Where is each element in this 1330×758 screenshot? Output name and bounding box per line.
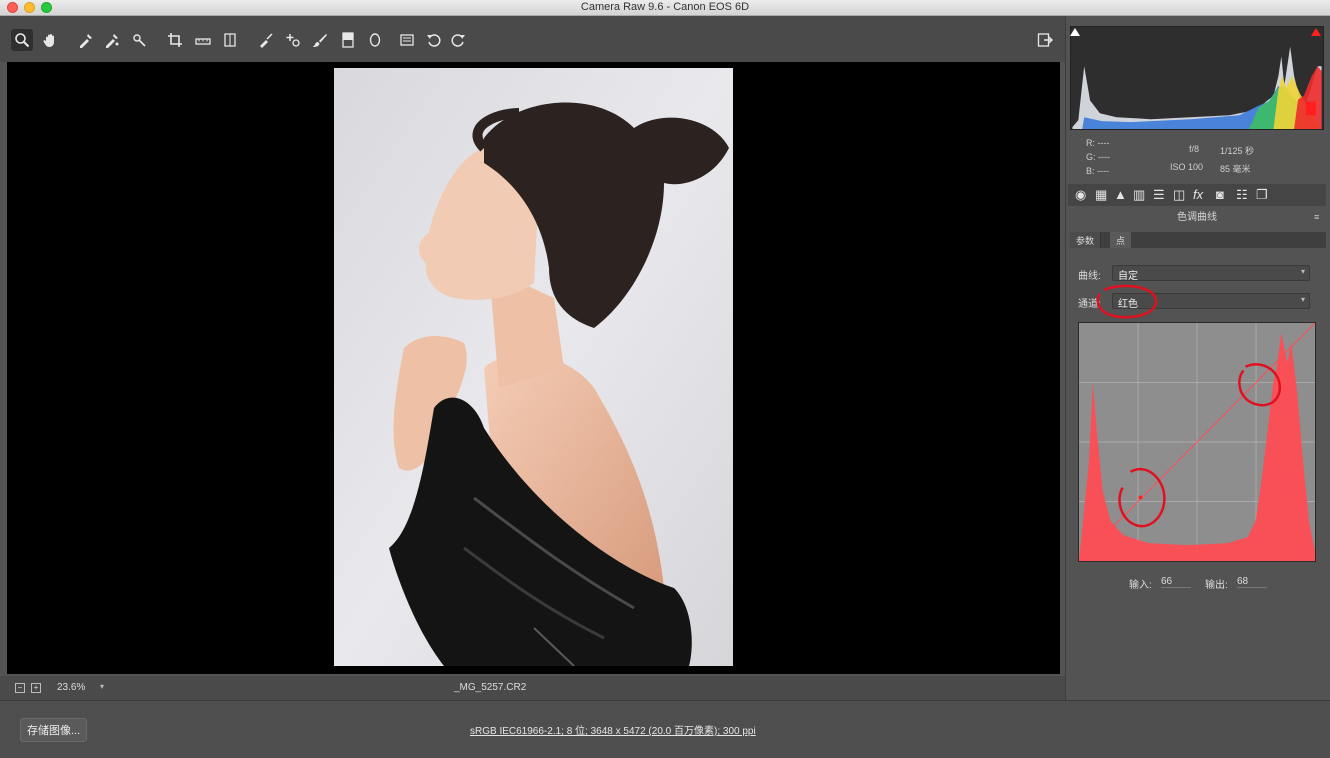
photo-preview <box>334 68 733 666</box>
rgb-readout: R: ---- G: ---- B: ---- <box>1086 136 1110 178</box>
targeted-adjust-icon[interactable] <box>128 29 150 51</box>
output-value[interactable]: 68 <box>1237 576 1267 588</box>
output-label: 输出: <box>1205 580 1228 591</box>
zoom-icon[interactable] <box>11 29 33 51</box>
color-sampler-icon[interactable] <box>101 29 123 51</box>
curve-subtabs: 参数 点 <box>1070 232 1326 248</box>
histogram <box>1070 26 1324 130</box>
chevron-down-icon: ▾ <box>1300 295 1305 304</box>
transform-icon[interactable] <box>219 29 241 51</box>
presets-panel-icon[interactable]: ☷ <box>1236 187 1248 203</box>
camera-calibration-icon[interactable]: ◙ <box>1216 187 1224 202</box>
red-eye-icon[interactable] <box>282 29 304 51</box>
panel-menu-icon[interactable]: ≡ <box>1314 212 1319 222</box>
b-value: ---- <box>1097 166 1110 176</box>
detail-panel-icon[interactable]: ▲ <box>1114 187 1127 202</box>
g-value: ---- <box>1098 152 1111 162</box>
shutter-speed: 1/125 秒 <box>1220 146 1255 156</box>
effects-panel-icon[interactable]: fx <box>1193 187 1203 202</box>
right-panel: R: ---- G: ---- B: ---- f/8 1/125 秒 ISO … <box>1065 16 1330 700</box>
rotate-right-icon[interactable] <box>447 29 469 51</box>
input-value[interactable]: 66 <box>1161 576 1191 588</box>
radial-filter-icon[interactable] <box>364 29 386 51</box>
tab-parametric[interactable]: 参数 <box>1070 232 1102 248</box>
panel-title: 色调曲线 <box>1177 212 1217 223</box>
r-label: R: <box>1086 138 1095 148</box>
lens-panel-icon[interactable]: ◫ <box>1173 187 1185 203</box>
basic-panel-icon[interactable]: ◉ <box>1075 187 1086 203</box>
highlight-clip-icon[interactable] <box>1311 28 1321 36</box>
zoom-out-button[interactable]: − <box>15 683 25 693</box>
aperture: f/8 <box>1189 144 1200 154</box>
save-image-button[interactable]: 存储图像... <box>20 718 88 742</box>
filename: _MG_5257.CR2 <box>454 682 527 693</box>
tone-curve-graph[interactable] <box>1078 322 1316 562</box>
hsl-panel-icon[interactable]: ▥ <box>1133 187 1145 203</box>
g-label: G: <box>1086 152 1096 162</box>
annotation-circle <box>1096 284 1158 319</box>
panel-tabs: ◉ ▦ ▲ ▥ ☰ ◫ fx ◙ ☷ ❐ <box>1068 184 1326 206</box>
focal-length: 85 毫米 <box>1220 164 1251 174</box>
straighten-icon[interactable] <box>192 29 214 51</box>
chevron-down-icon[interactable]: ▾ <box>100 682 104 691</box>
graduated-filter-icon[interactable] <box>337 29 359 51</box>
r-value: ---- <box>1097 138 1110 148</box>
image-canvas[interactable] <box>7 62 1060 674</box>
toolbar <box>0 16 1065 62</box>
shadow-clip-icon[interactable] <box>1070 28 1080 36</box>
chevron-down-icon: ▾ <box>1300 267 1305 276</box>
bottom-bar: 存储图像... sRGB IEC61966-2.1; 8 位; 3648 x 5… <box>0 700 1330 758</box>
white-balance-icon[interactable] <box>75 29 97 51</box>
curve-select-value: 自定 <box>1118 271 1138 282</box>
curve-select[interactable]: 自定 ▾ <box>1112 265 1310 282</box>
crop-icon[interactable] <box>164 29 186 51</box>
status-bar: − + 23.6% ▾ _MG_5257.CR2 <box>0 676 1065 700</box>
snapshots-panel-icon[interactable]: ❐ <box>1256 187 1268 203</box>
rotate-left-icon[interactable] <box>423 29 445 51</box>
hand-icon[interactable] <box>39 29 61 51</box>
open-object-icon[interactable] <box>1034 29 1056 51</box>
iso: ISO 100 <box>1170 162 1204 172</box>
workflow-options-link[interactable]: sRGB IEC61966-2.1; 8 位; 3648 x 5472 (20.… <box>470 722 756 737</box>
tab-point[interactable]: 点 <box>1110 232 1132 248</box>
window-title: Camera Raw 9.6 - Canon EOS 6D <box>580 1 750 13</box>
adjustment-brush-icon[interactable] <box>309 29 331 51</box>
input-label: 输入: <box>1129 580 1152 591</box>
curve-label: 曲线: <box>1078 271 1101 282</box>
preferences-icon[interactable] <box>396 29 418 51</box>
zoom-in-button[interactable]: + <box>31 683 41 693</box>
title-bar: Camera Raw 9.6 - Canon EOS 6D <box>0 0 1330 16</box>
tone-curve-panel-icon[interactable]: ▦ <box>1095 187 1107 203</box>
spot-removal-icon[interactable] <box>255 29 277 51</box>
b-label: B: <box>1086 166 1095 176</box>
split-toning-panel-icon[interactable]: ☰ <box>1153 187 1165 203</box>
zoom-level[interactable]: 23.6% <box>57 682 85 693</box>
